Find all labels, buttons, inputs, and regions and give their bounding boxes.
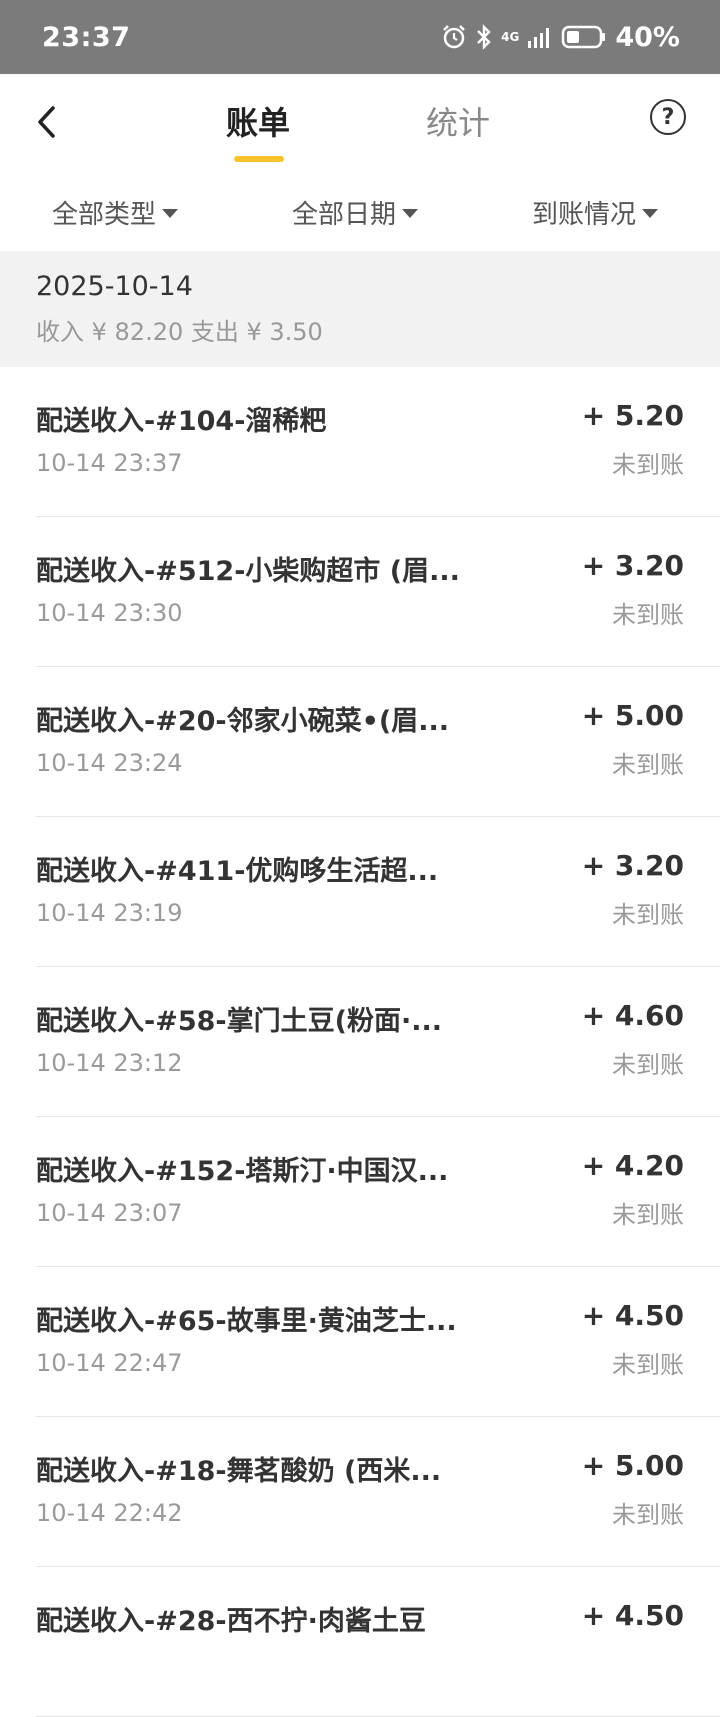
alarm-icon — [441, 24, 467, 50]
signal-icon — [527, 25, 553, 49]
list-item[interactable]: 配送收入-#152-塔斯汀·中国汉... 10-14 23:07 + 4.20 … — [36, 1117, 720, 1267]
date-section-header: 2025-10-14 收入 ¥ 82.20 支出 ¥ 3.50 — [0, 251, 720, 367]
status-bar: 23:37 4G 40% — [0, 0, 720, 74]
item-title: 配送收入-#65-故事里·黄油芝士... — [36, 1306, 457, 1337]
list-item[interactable]: 配送收入-#58-掌门土豆(粉面·... 10-14 23:12 + 4.60 … — [36, 967, 720, 1117]
status-time: 23:37 — [42, 21, 131, 53]
item-time: 10-14 23:19 — [36, 899, 183, 927]
item-amount: + 3.20 — [581, 549, 684, 582]
bluetooth-icon — [475, 24, 493, 50]
item-amount: + 5.20 — [581, 399, 684, 432]
item-status: 未到账 — [612, 1501, 684, 1529]
item-title: 配送收入-#18-舞茗酸奶 (西米... — [36, 1456, 442, 1487]
item-time: 10-14 22:42 — [36, 1499, 183, 1527]
filter-arrival-dropdown[interactable]: 到账情况 — [532, 194, 659, 231]
item-time: 10-14 23:30 — [36, 599, 183, 627]
tab-stats[interactable]: 统计 — [426, 98, 490, 144]
item-amount: + 5.00 — [581, 699, 684, 732]
filter-arrival-label: 到账情况 — [532, 200, 637, 230]
help-button[interactable]: ? — [650, 99, 686, 135]
tab-bill[interactable]: 账单 — [226, 98, 290, 144]
list-item[interactable]: 配送收入-#65-故事里·黄油芝士... 10-14 22:47 + 4.50 … — [36, 1267, 720, 1417]
filter-date-dropdown[interactable]: 全部日期 — [292, 194, 419, 231]
item-amount: + 4.20 — [581, 1149, 684, 1182]
item-status: 未到账 — [612, 901, 684, 929]
list-item[interactable]: 配送收入-#28-西不拧·肉酱土豆 + 4.50 — [36, 1567, 720, 1717]
item-title: 配送收入-#28-西不拧·肉酱土豆 — [36, 1606, 426, 1637]
item-time: 10-14 23:07 — [36, 1199, 183, 1227]
item-status: 未到账 — [612, 451, 684, 479]
caret-down-icon — [642, 209, 659, 218]
item-title: 配送收入-#104-溜稀粑 — [36, 406, 327, 437]
item-amount: + 5.00 — [581, 1449, 684, 1482]
item-time: 10-14 23:37 — [36, 449, 183, 477]
battery-level: 40% — [615, 21, 680, 53]
item-title: 配送收入-#58-掌门土豆(粉面·... — [36, 1006, 442, 1037]
item-time: 10-14 23:12 — [36, 1049, 183, 1077]
section-date: 2025-10-14 — [36, 271, 193, 302]
item-title: 配送收入-#20-邻家小碗菜•(眉... — [36, 706, 449, 737]
caret-down-icon — [402, 209, 419, 218]
item-amount: + 4.50 — [581, 1299, 684, 1332]
status-icons: 4G 40% — [441, 22, 680, 53]
nav-bar: 账单 统计 ? — [0, 74, 720, 170]
item-status: 未到账 — [612, 751, 684, 779]
item-time: 10-14 22:47 — [36, 1349, 183, 1377]
question-icon: ? — [661, 104, 675, 130]
list-item[interactable]: 配送收入-#18-舞茗酸奶 (西米... 10-14 22:42 + 5.00 … — [36, 1417, 720, 1567]
network-type-icon: 4G — [501, 30, 520, 44]
back-button[interactable] — [24, 98, 68, 146]
item-time: 10-14 23:24 — [36, 749, 183, 777]
caret-down-icon — [162, 209, 179, 218]
chevron-left-icon — [38, 106, 55, 138]
filter-bar: 全部类型 全部日期 到账情况 — [0, 170, 720, 250]
item-status: 未到账 — [612, 601, 684, 629]
active-tab-indicator — [234, 156, 284, 162]
filter-type-label: 全部类型 — [52, 200, 157, 230]
item-amount: + 4.50 — [581, 1599, 684, 1632]
item-status: 未到账 — [612, 1051, 684, 1079]
item-status: 未到账 — [612, 1201, 684, 1229]
filter-type-dropdown[interactable]: 全部类型 — [52, 194, 179, 231]
item-title: 配送收入-#411-优购哆生活超... — [36, 856, 439, 887]
list-item[interactable]: 配送收入-#20-邻家小碗菜•(眉... 10-14 23:24 + 5.00 … — [36, 667, 720, 817]
item-title: 配送收入-#512-小柴购超市 (眉... — [36, 556, 460, 587]
list-item[interactable]: 配送收入-#411-优购哆生活超... 10-14 23:19 + 3.20 未… — [36, 817, 720, 967]
battery-icon — [561, 24, 607, 50]
list-item[interactable]: 配送收入-#512-小柴购超市 (眉... 10-14 23:30 + 3.20… — [36, 517, 720, 667]
filter-date-label: 全部日期 — [292, 200, 397, 230]
list-item[interactable]: 配送收入-#104-溜稀粑 10-14 23:37 + 5.20 未到账 — [36, 367, 720, 517]
item-status: 未到账 — [612, 1351, 684, 1379]
section-summary: 收入 ¥ 82.20 支出 ¥ 3.50 — [36, 318, 323, 346]
item-amount: + 3.20 — [581, 849, 684, 882]
transaction-list: 配送收入-#104-溜稀粑 10-14 23:37 + 5.20 未到账 配送收… — [0, 367, 720, 1717]
item-amount: + 4.60 — [581, 999, 684, 1032]
item-title: 配送收入-#152-塔斯汀·中国汉... — [36, 1156, 449, 1187]
